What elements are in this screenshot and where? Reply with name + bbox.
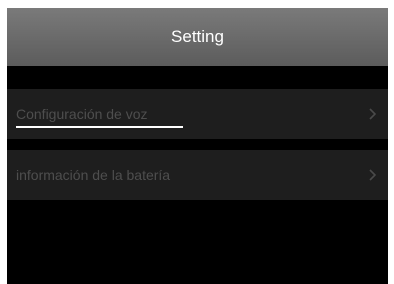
chevron-right-icon bbox=[369, 169, 377, 181]
chevron-right-icon bbox=[369, 108, 377, 120]
settings-screen: Setting Configuración de voz información… bbox=[7, 8, 388, 284]
menu-item-label: información de la batería bbox=[16, 167, 171, 183]
menu-item-voice-settings[interactable]: Configuración de voz bbox=[7, 89, 388, 139]
title-bar: Setting bbox=[7, 8, 388, 66]
focus-underline bbox=[16, 126, 183, 128]
page-title: Setting bbox=[171, 27, 224, 46]
menu-item-label: Configuración de voz bbox=[16, 106, 148, 122]
menu-item-battery-info[interactable]: información de la batería bbox=[7, 150, 388, 200]
